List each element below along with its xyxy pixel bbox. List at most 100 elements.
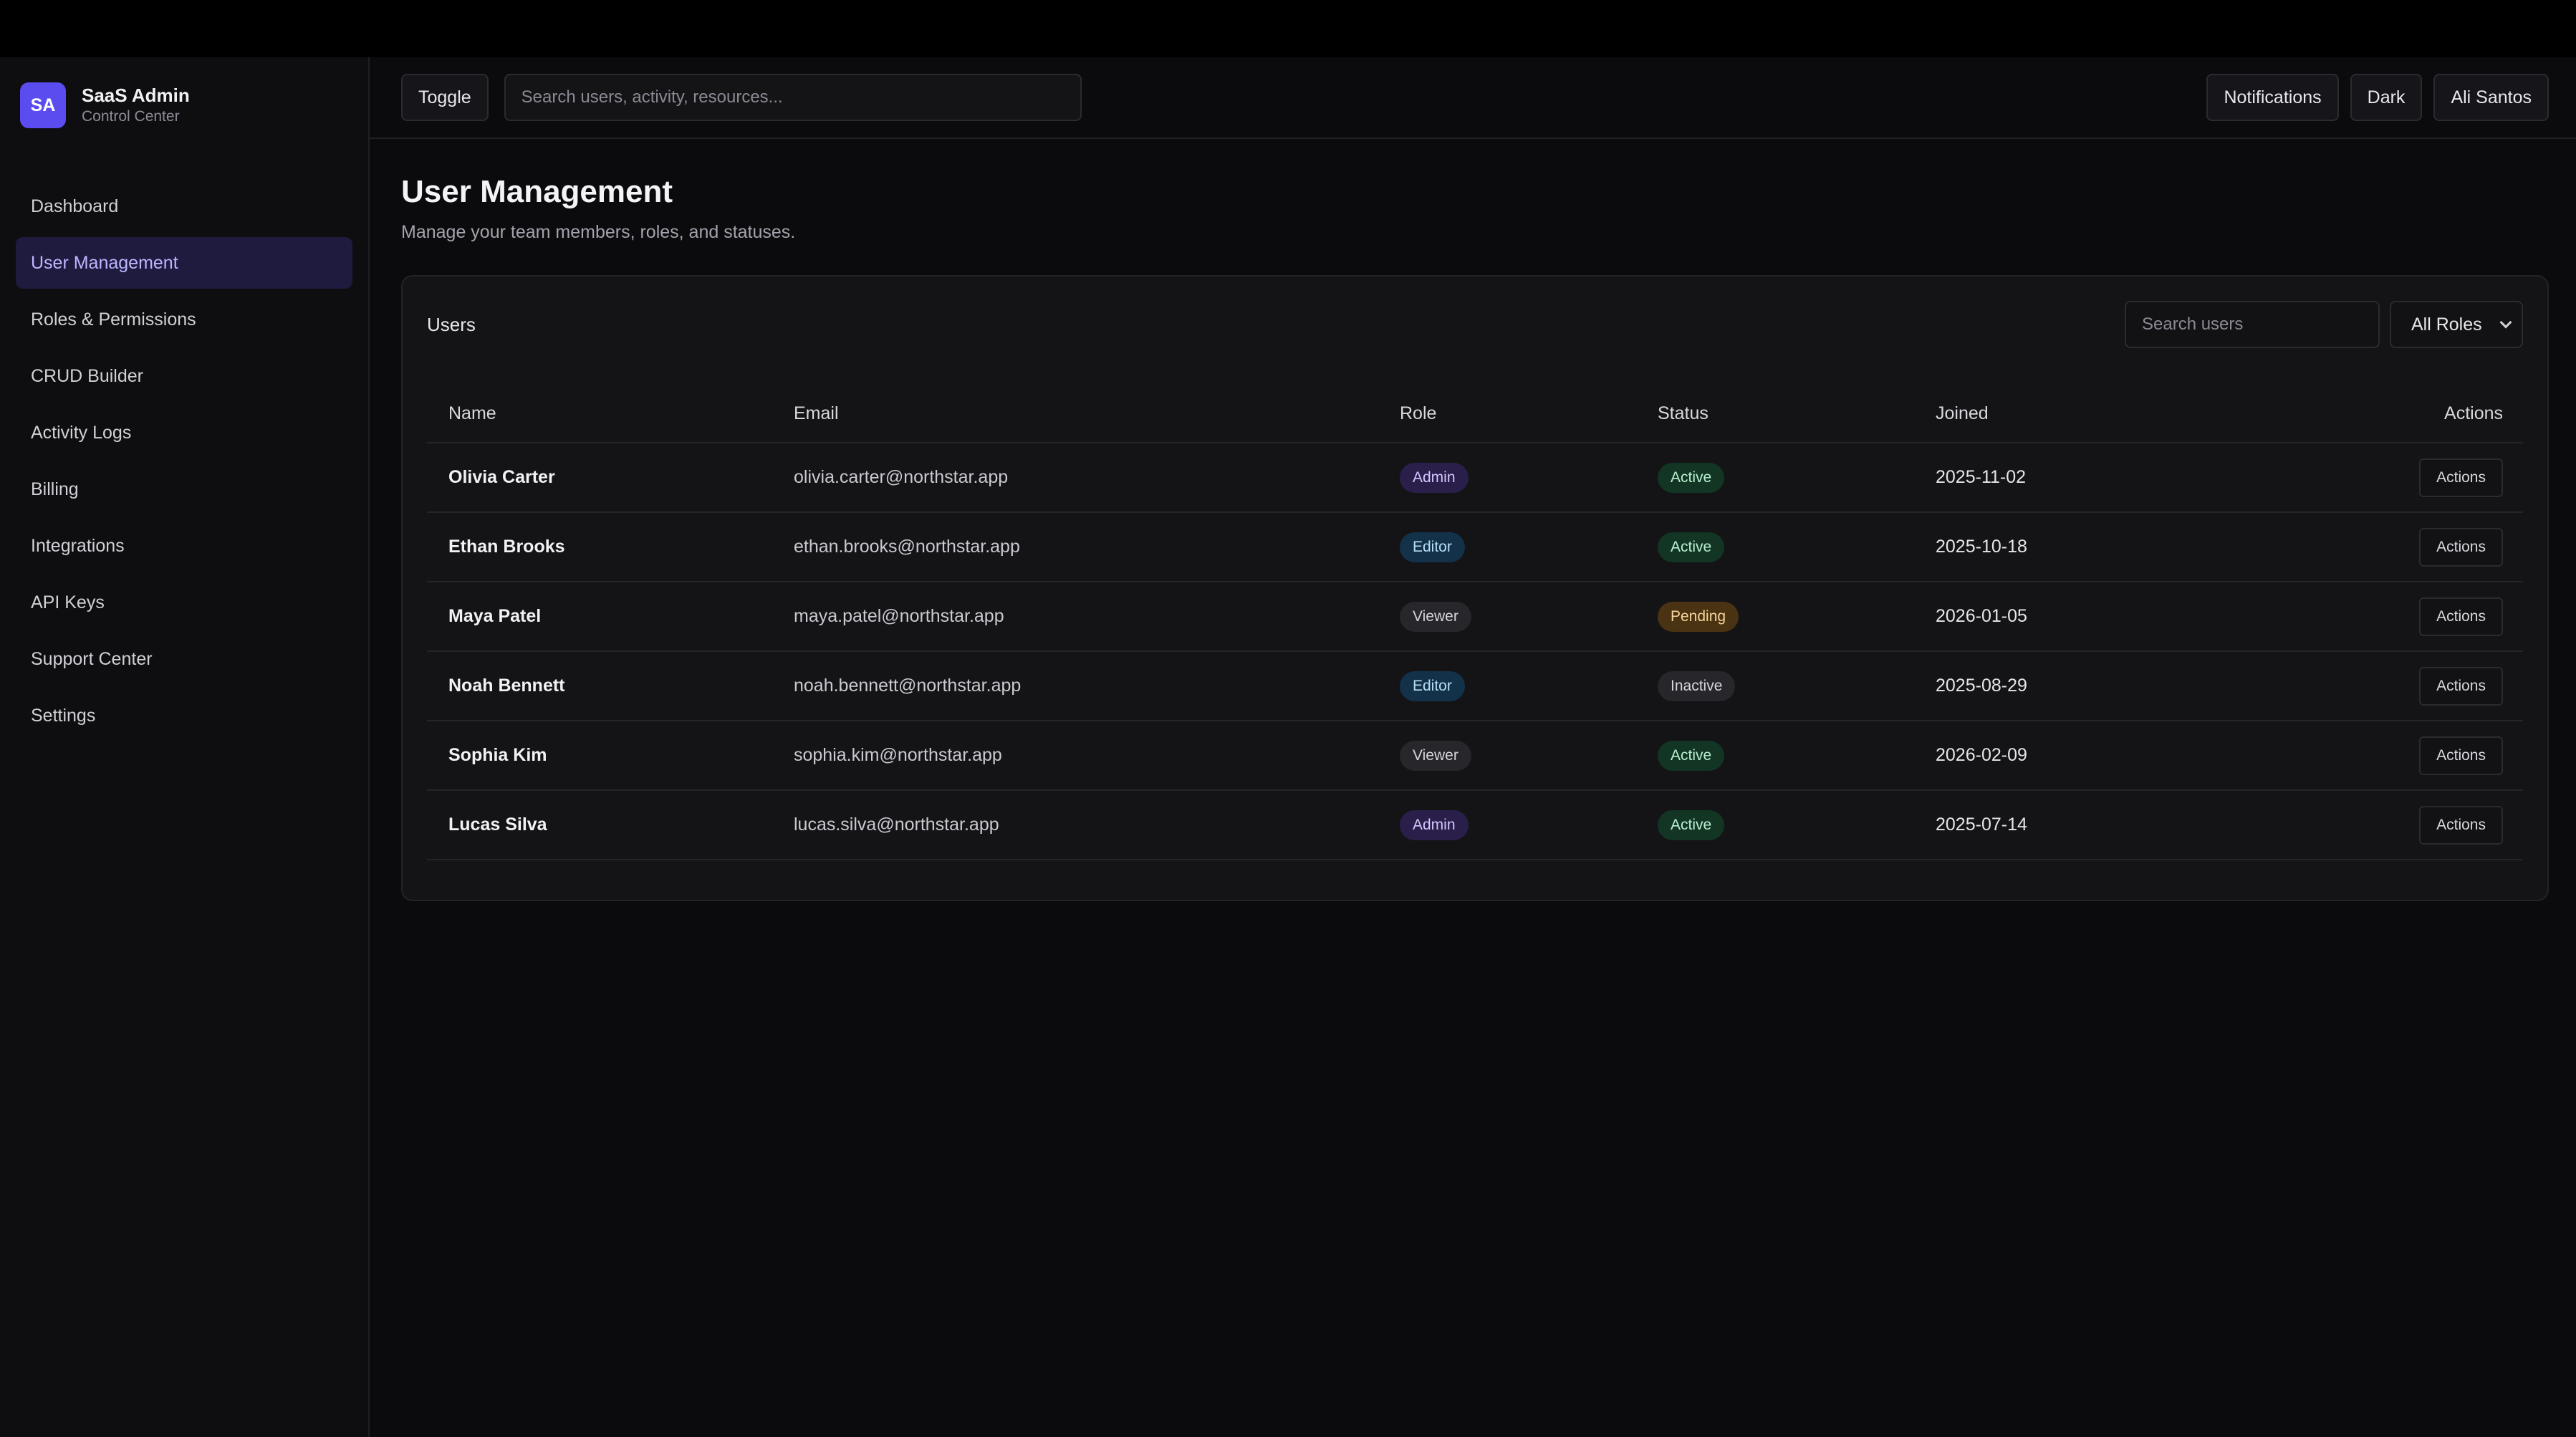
user-email: noah.bennett@northstar.app bbox=[772, 651, 1378, 721]
users-card: Users All Roles Na bbox=[401, 275, 2549, 901]
sidebar-item-activity-logs[interactable]: Activity Logs bbox=[16, 407, 352, 458]
sidebar-item-support-center[interactable]: Support Center bbox=[16, 633, 352, 685]
top-black-bar bbox=[0, 0, 2576, 57]
column-header-email[interactable]: Email bbox=[772, 385, 1378, 443]
page-title: User Management bbox=[401, 174, 673, 209]
actions-cell: Actions bbox=[2258, 651, 2523, 721]
status-cell: Pending bbox=[1636, 582, 1914, 652]
sidebar-item-settings[interactable]: Settings bbox=[16, 690, 352, 741]
top-header: Toggle Notifications Dark Ali Santos bbox=[370, 57, 2576, 139]
user-email: sophia.kim@northstar.app bbox=[772, 721, 1378, 791]
app-shell: SA SaaS Admin Control Center Dashboard U… bbox=[0, 57, 2576, 1437]
user-name: Ethan Brooks bbox=[427, 512, 772, 582]
sidebar-item-user-management[interactable]: User Management bbox=[16, 237, 352, 289]
actions-cell: Actions bbox=[2258, 790, 2523, 860]
user-name: Lucas Silva bbox=[427, 790, 772, 860]
joined-date: 2026-01-05 bbox=[1914, 582, 2258, 652]
user-name: Sophia Kim bbox=[427, 721, 772, 791]
table-row: Sophia Kim sophia.kim@northstar.app View… bbox=[427, 721, 2523, 791]
status-cell: Active bbox=[1636, 443, 1914, 513]
column-header-status[interactable]: Status bbox=[1636, 385, 1914, 443]
users-card-tools: All Roles bbox=[2125, 301, 2523, 348]
status-badge: Active bbox=[1658, 532, 1725, 562]
row-actions-button[interactable]: Actions bbox=[2419, 736, 2503, 775]
role-badge: Editor bbox=[1400, 671, 1465, 701]
brand[interactable]: SA SaaS Admin Control Center bbox=[16, 73, 352, 138]
notifications-button[interactable]: Notifications bbox=[2206, 74, 2339, 121]
user-email: olivia.carter@northstar.app bbox=[772, 443, 1378, 513]
user-name: Noah Bennett bbox=[427, 651, 772, 721]
users-card-title: Users bbox=[427, 313, 476, 335]
sidebar-item-roles-permissions[interactable]: Roles & Permissions bbox=[16, 294, 352, 345]
role-badge: Viewer bbox=[1400, 601, 1471, 632]
brand-subtitle: Control Center bbox=[82, 108, 180, 125]
user-menu-button[interactable]: Ali Santos bbox=[2433, 74, 2549, 121]
table-row: Ethan Brooks ethan.brooks@northstar.app … bbox=[427, 512, 2523, 582]
joined-date: 2025-11-02 bbox=[1914, 443, 2258, 513]
row-actions-button[interactable]: Actions bbox=[2419, 527, 2503, 567]
chevron-down-icon bbox=[2499, 316, 2512, 329]
user-search-input[interactable] bbox=[2125, 301, 2380, 348]
user-name: Maya Patel bbox=[427, 582, 772, 652]
user-email: ethan.brooks@northstar.app bbox=[772, 512, 1378, 582]
status-badge: Active bbox=[1658, 462, 1725, 493]
brand-text: SaaS Admin Control Center bbox=[82, 84, 190, 127]
table-row: Noah Bennett noah.bennett@northstar.app … bbox=[427, 651, 2523, 721]
status-cell: Active bbox=[1636, 721, 1914, 791]
status-badge: Active bbox=[1658, 740, 1725, 771]
actions-cell: Actions bbox=[2258, 721, 2523, 791]
theme-toggle-button[interactable]: Dark bbox=[2350, 74, 2423, 121]
role-cell: Editor bbox=[1378, 651, 1636, 721]
users-table: Name Email Role Status Joined Actions Ol… bbox=[427, 385, 2523, 860]
sidebar-item-api-keys[interactable]: API Keys bbox=[16, 577, 352, 628]
role-cell: Viewer bbox=[1378, 582, 1636, 652]
role-badge: Admin bbox=[1400, 462, 1469, 493]
role-filter-select[interactable]: All Roles bbox=[2390, 301, 2523, 348]
sidebar-item-billing[interactable]: Billing bbox=[16, 463, 352, 515]
sidebar: SA SaaS Admin Control Center Dashboard U… bbox=[0, 57, 370, 1437]
column-header-name[interactable]: Name bbox=[427, 385, 772, 443]
joined-date: 2025-10-18 bbox=[1914, 512, 2258, 582]
status-cell: Active bbox=[1636, 512, 1914, 582]
role-cell: Admin bbox=[1378, 443, 1636, 513]
header-actions: Notifications Dark Ali Santos bbox=[2206, 74, 2549, 121]
actions-cell: Actions bbox=[2258, 443, 2523, 513]
table-row: Olivia Carter olivia.carter@northstar.ap… bbox=[427, 443, 2523, 513]
sidebar-item-dashboard[interactable]: Dashboard bbox=[16, 181, 352, 232]
status-cell: Inactive bbox=[1636, 651, 1914, 721]
joined-date: 2025-07-14 bbox=[1914, 790, 2258, 860]
sidebar-item-integrations[interactable]: Integrations bbox=[16, 520, 352, 572]
column-header-actions: Actions bbox=[2258, 385, 2523, 443]
users-card-header: Users All Roles bbox=[427, 301, 2523, 348]
row-actions-button[interactable]: Actions bbox=[2419, 805, 2503, 845]
page-subtitle: Manage your team members, roles, and sta… bbox=[401, 222, 796, 242]
brand-logo: SA bbox=[20, 82, 66, 128]
user-email: lucas.silva@northstar.app bbox=[772, 790, 1378, 860]
column-header-role[interactable]: Role bbox=[1378, 385, 1636, 443]
actions-cell: Actions bbox=[2258, 582, 2523, 652]
role-badge: Viewer bbox=[1400, 740, 1471, 771]
row-actions-button[interactable]: Actions bbox=[2419, 597, 2503, 636]
sidebar-nav: Dashboard User Management Roles & Permis… bbox=[16, 181, 352, 741]
role-cell: Admin bbox=[1378, 790, 1636, 860]
role-cell: Viewer bbox=[1378, 721, 1636, 791]
table-row: Maya Patel maya.patel@northstar.app View… bbox=[427, 582, 2523, 652]
page-content: User Management Manage your team members… bbox=[370, 139, 2576, 901]
row-actions-button[interactable]: Actions bbox=[2419, 458, 2503, 497]
sidebar-toggle-button[interactable]: Toggle bbox=[401, 74, 489, 121]
row-actions-button[interactable]: Actions bbox=[2419, 666, 2503, 706]
main-area: Toggle Notifications Dark Ali Santos Use… bbox=[370, 57, 2576, 1437]
global-search-input[interactable] bbox=[504, 74, 1082, 121]
role-badge: Admin bbox=[1400, 809, 1469, 840]
column-header-joined[interactable]: Joined bbox=[1914, 385, 2258, 443]
table-header-row: Name Email Role Status Joined Actions bbox=[427, 385, 2523, 443]
brand-title: SaaS Admin bbox=[82, 85, 190, 106]
joined-date: 2026-02-09 bbox=[1914, 721, 2258, 791]
status-badge: Pending bbox=[1658, 601, 1739, 632]
joined-date: 2025-08-29 bbox=[1914, 651, 2258, 721]
role-cell: Editor bbox=[1378, 512, 1636, 582]
role-filter-value: All Roles bbox=[2411, 314, 2482, 335]
table-row: Lucas Silva lucas.silva@northstar.app Ad… bbox=[427, 790, 2523, 860]
sidebar-item-crud-builder[interactable]: CRUD Builder bbox=[16, 350, 352, 402]
status-badge: Active bbox=[1658, 809, 1725, 840]
